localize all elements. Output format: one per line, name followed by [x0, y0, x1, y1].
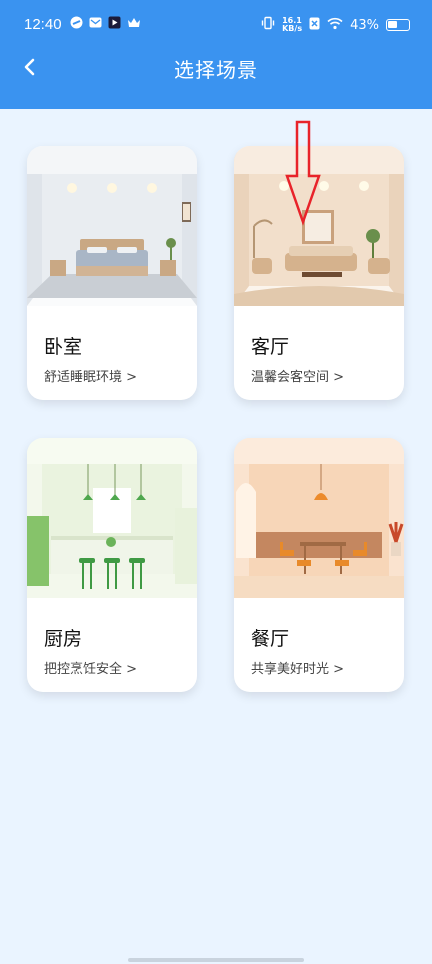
status-right: 16.1 KB/s 43% — [261, 16, 410, 34]
scene-description: 温馨会客空间 > — [251, 370, 345, 385]
scene-card-dining-room[interactable]: 餐厅 共享美好时光 > — [234, 438, 404, 692]
scene-name: 卧室 — [44, 336, 83, 358]
status-bar: 12:40 16.1 KB/s 43% — [0, 0, 432, 50]
scene-description: 共享美好时光 > — [251, 662, 345, 677]
notification-icons — [70, 16, 140, 29]
page-title: 选择场景 — [174, 58, 258, 82]
battery-icon — [386, 19, 410, 31]
kitchen-image — [27, 438, 197, 598]
scene-description: 舒适睡眠环境 > — [44, 370, 138, 385]
arrow-down-icon — [285, 120, 321, 226]
home-indicator[interactable] — [128, 958, 304, 962]
scene-name: 餐厅 — [251, 628, 290, 650]
battery-percent: 43% — [350, 17, 379, 33]
scene-description: 把控烹饪安全 > — [44, 662, 138, 677]
crown-notification-icon — [127, 16, 140, 29]
app-notification-icon — [70, 16, 83, 29]
scene-name: 厨房 — [44, 628, 83, 650]
network-speed-unit: KB/s — [282, 24, 303, 33]
wifi-icon — [327, 17, 343, 34]
mail-notification-icon — [89, 16, 102, 29]
app-header: 12:40 16.1 KB/s 43% 选择场景 — [0, 0, 432, 109]
dining-room-image — [234, 438, 404, 598]
bedroom-image — [27, 146, 197, 306]
sim-off-icon — [309, 17, 320, 34]
scene-card-kitchen[interactable]: 厨房 把控烹饪安全 > — [27, 438, 197, 692]
status-time: 12:40 — [24, 16, 62, 33]
network-speed: 16.1 KB/s — [282, 17, 302, 33]
scene-name: 客厅 — [251, 336, 290, 358]
vibrate-icon — [261, 16, 275, 34]
scene-card-bedroom[interactable]: 卧室 舒适睡眠环境 > — [27, 146, 197, 400]
nav-bar: 选择场景 — [0, 50, 432, 109]
video-notification-icon — [108, 16, 121, 29]
